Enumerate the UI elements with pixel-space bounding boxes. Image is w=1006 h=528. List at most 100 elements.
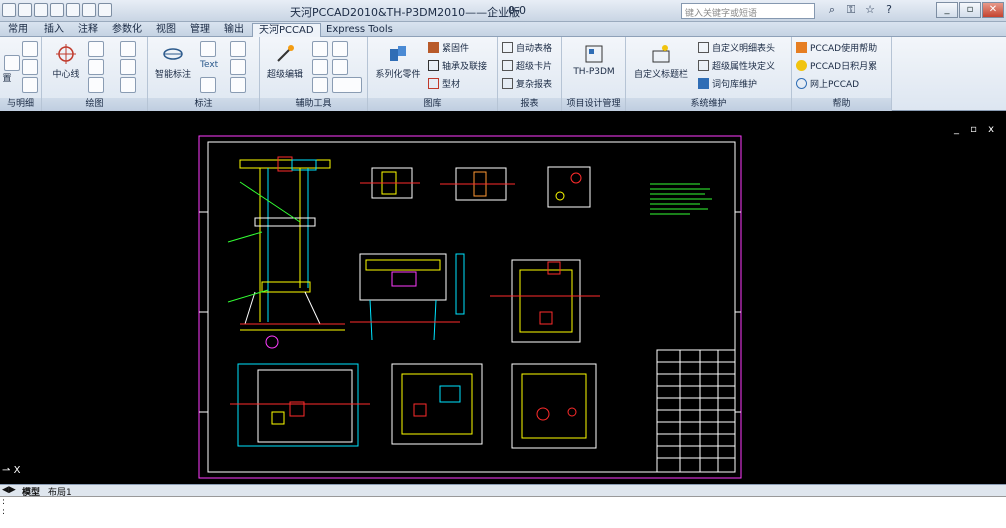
smart-dim-icon [163, 48, 183, 60]
bottom-view-b [391, 363, 483, 445]
arrow-tool-icon[interactable] [22, 41, 38, 57]
command-line[interactable]: : : [0, 496, 1006, 528]
bearing-button[interactable]: 轴承及联接 [428, 59, 487, 72]
star-icon[interactable]: ☆ [862, 3, 878, 17]
profile-button[interactable]: 型材 [428, 77, 460, 90]
tab-output[interactable]: 输出 [218, 23, 250, 37]
weld-icon[interactable] [230, 41, 246, 57]
mirror-tool-icon[interactable] [312, 41, 328, 57]
super-card-label: 超级卡片 [516, 62, 553, 72]
copy-tool-icon[interactable] [332, 41, 348, 57]
leader-tool-icon[interactable] [200, 41, 216, 57]
auto-table-button[interactable]: 自动表格 [502, 41, 552, 54]
rect-tool-icon[interactable] [88, 41, 104, 57]
bottom-view-a [230, 363, 370, 447]
help3-label: 网上PCCAD [810, 80, 860, 90]
close-button[interactable]: ✕ [982, 2, 1004, 18]
group-draw: 中心线 绘图 [42, 37, 148, 111]
infocenter-icons: ⌕ ⚿ ☆ ? [824, 3, 897, 17]
tab-view[interactable]: 视图 [150, 23, 182, 37]
custom-detail-button[interactable]: 自定义明细表头 [698, 41, 775, 54]
layout-tab-bar: ◀▶ 模型 布局1 [0, 484, 1006, 498]
lightbulb-icon [796, 60, 807, 71]
tolerance-icon[interactable] [230, 59, 246, 75]
datum-icon[interactable] [230, 77, 246, 93]
group-label: 与明细 [0, 98, 41, 111]
mid-view-b [490, 259, 600, 343]
arc-tool-icon[interactable] [88, 59, 104, 75]
group-label: 标注 [148, 98, 259, 111]
tab-nav-arrows[interactable]: ◀▶ [2, 485, 16, 495]
tips-button[interactable]: PCCAD日积月累 [796, 59, 877, 72]
layer-tool-icon[interactable] [332, 59, 348, 75]
circle-tool-icon[interactable] [120, 41, 136, 57]
app-title: 天河PCCAD2010&TH-P3DM2010——企业版 [290, 6, 521, 19]
redo-icon[interactable] [82, 3, 96, 17]
group-label: 帮助 [792, 98, 891, 111]
help2-label: PCCAD日积月累 [810, 62, 878, 72]
custom-title-button[interactable]: 自定义标题栏 [630, 43, 692, 80]
ribbon-panel: 置 与明细 中心线 绘图 智能标注 Text 标注 超级编辑 辅助工具 系列化零… [0, 37, 1006, 111]
g0-label-button[interactable]: 置 [0, 71, 14, 84]
fastener-button[interactable]: 紧固件 [428, 41, 469, 54]
tab-common[interactable]: 常用 [2, 23, 34, 37]
minimize-button[interactable]: _ [936, 2, 958, 18]
group-label: 报表 [498, 98, 561, 111]
series-parts-label: 系列化零件 [375, 70, 421, 80]
spline-tool-icon[interactable] [88, 77, 104, 93]
help-icon[interactable]: ? [881, 3, 897, 17]
custom-title-label: 自定义标题栏 [633, 70, 688, 80]
super-card-button[interactable]: 超级卡片 [502, 59, 552, 72]
save-icon[interactable] [34, 3, 48, 17]
series-parts-button[interactable]: 系列化零件 [372, 43, 424, 80]
cad-drawing [198, 135, 742, 479]
drawing-canvas[interactable] [0, 112, 1006, 484]
save-as-icon[interactable] [50, 3, 64, 17]
fastener-label: 紧固件 [442, 44, 470, 54]
undo-icon[interactable] [66, 3, 80, 17]
grid-tool-icon[interactable] [22, 59, 38, 75]
group-detail: 置 与明细 [0, 37, 42, 111]
tab-annotate[interactable]: 注释 [72, 23, 104, 37]
tab-parametric[interactable]: 参数化 [106, 23, 148, 37]
help-manual-button[interactable]: PCCAD使用帮助 [796, 41, 877, 54]
tab-express-tools[interactable]: Express Tools [320, 23, 399, 37]
search-input[interactable]: 键入关键字或短语 [681, 3, 815, 19]
new-file-icon[interactable] [2, 3, 16, 17]
tab-insert[interactable]: 插入 [38, 23, 70, 37]
roughness-icon[interactable] [200, 77, 216, 93]
profile-label: 型材 [442, 80, 461, 90]
text-tool-button[interactable]: Text [200, 60, 218, 70]
p3dm-icon [585, 45, 603, 63]
linetype-dropdown[interactable] [332, 77, 362, 93]
mdi-window-controls[interactable]: _ ▫ x [954, 124, 998, 135]
binoculars-icon[interactable]: ⌕ [824, 3, 840, 17]
table-icon[interactable] [4, 55, 20, 71]
tab-tianhe-pccad[interactable]: 天河PCCAD [252, 23, 321, 37]
th-p3dm-button[interactable]: TH-P3DM [566, 43, 622, 77]
super-edit-button[interactable]: 超级编辑 [262, 43, 308, 80]
open-file-icon[interactable] [18, 3, 32, 17]
lib-maint-label: 词句库维护 [712, 80, 758, 90]
online-button[interactable]: 网上PCCAD [796, 77, 859, 90]
centerline-button[interactable]: 中心线 [48, 43, 84, 80]
lib-maint-button[interactable]: 词句库维护 [698, 77, 757, 90]
restore-button[interactable]: ▫ [959, 2, 981, 18]
help1-label: PCCAD使用帮助 [810, 44, 878, 54]
attr-icon [698, 60, 709, 71]
mid-view-a [350, 253, 465, 341]
complex-report-button[interactable]: 复杂报表 [502, 77, 552, 90]
globe-icon [796, 78, 807, 89]
plot-icon[interactable] [98, 3, 112, 17]
smart-dim-button[interactable]: 智能标注 [150, 43, 196, 80]
target-tool-icon[interactable] [120, 59, 136, 75]
tab-manage[interactable]: 管理 [184, 23, 216, 37]
hatch-tool-icon[interactable] [312, 59, 328, 75]
key-icon[interactable]: ⚿ [843, 3, 859, 17]
measure-tool-icon[interactable] [312, 77, 328, 93]
list-tool-icon[interactable] [22, 77, 38, 93]
help-book-icon [796, 42, 807, 53]
quick-access-toolbar [2, 3, 112, 17]
super-attr-button[interactable]: 超级属性块定义 [698, 59, 775, 72]
text-style-icon[interactable] [120, 77, 136, 93]
